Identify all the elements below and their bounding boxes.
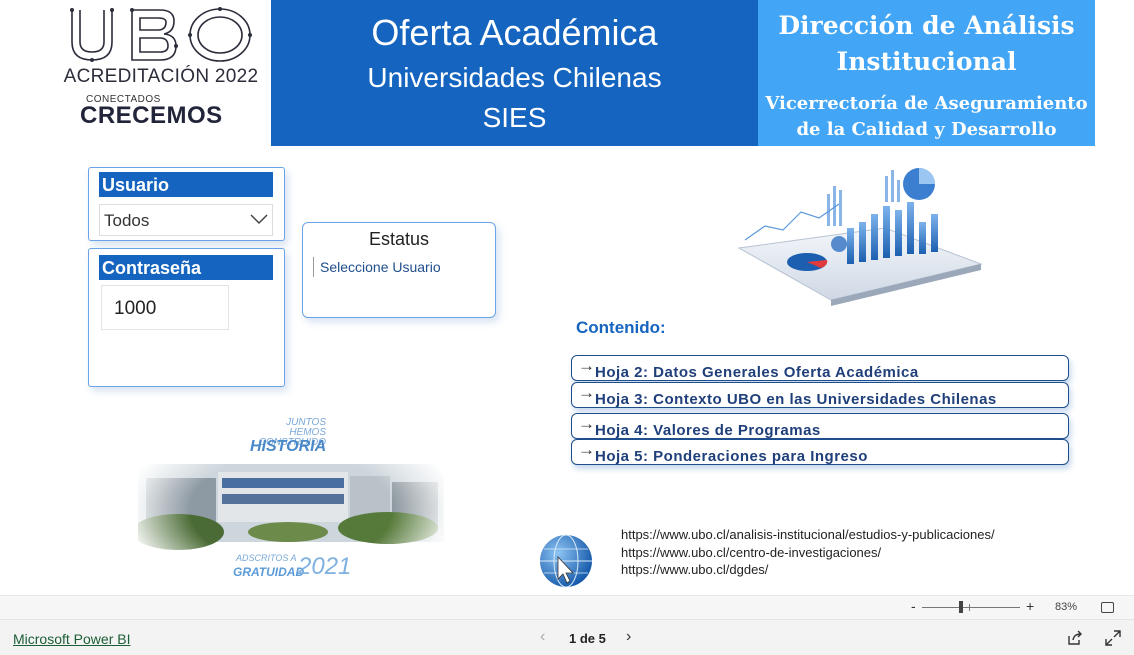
zoom-out-button[interactable]: - — [911, 598, 916, 614]
powerbi-link[interactable]: Microsoft Power BI — [13, 631, 130, 647]
fullscreen-icon[interactable] — [1105, 630, 1121, 646]
zoom-slider-thumb[interactable] — [959, 601, 963, 613]
analytics-tablet-illustration — [737, 168, 983, 306]
next-page-button[interactable]: › — [626, 628, 631, 646]
chevron-down-icon — [250, 214, 268, 225]
link-hoja-3-label: Hoja 3: Contexto UBO en las Universidade… — [595, 391, 997, 408]
link-hoja-3[interactable]: → Hoja 3: Contexto UBO en las Universida… — [571, 382, 1069, 408]
page-subtitle: Universidades Chilenas — [367, 62, 662, 93]
page-indicator: 1 de 5 — [569, 631, 606, 646]
url-estudios[interactable]: https://www.ubo.cl/analisis-instituciona… — [621, 526, 995, 544]
arrow-right-icon: → — [578, 414, 595, 433]
zoom-percentage: 83% — [1055, 601, 1078, 613]
arrow-right-icon: → — [578, 356, 595, 375]
password-label: Contraseña — [99, 255, 273, 280]
gratuidad-tagline-small: ADSCRITOS A — [236, 553, 297, 563]
arrow-right-icon: → — [578, 383, 595, 402]
link-hoja-5-label: Hoja 5: Ponderaciones para Ingreso — [595, 448, 868, 465]
page-source: SIES — [482, 102, 547, 133]
header-title-block: Oferta Académica Universidades Chilenas … — [271, 0, 758, 146]
link-hoja-5[interactable]: → Hoja 5: Ponderaciones para Ingreso — [571, 439, 1069, 465]
powerbi-footer: Microsoft Power BI ‹ 1 de 5 › — [0, 619, 1134, 655]
gratuidad-tagline: GRATUIDAD — [233, 565, 305, 579]
url-centro-investigaciones[interactable]: https://www.ubo.cl/centro-de-investigaci… — [621, 544, 995, 562]
link-hoja-2[interactable]: → Hoja 2: Datos Generales Oferta Académi… — [571, 355, 1069, 381]
globe-cursor-icon — [540, 534, 592, 588]
user-dropdown[interactable]: Todos — [99, 204, 273, 236]
arrow-right-icon: → — [578, 440, 595, 459]
page-title: Oferta Académica — [371, 12, 658, 53]
contents-title: Contenido: — [576, 318, 666, 337]
link-hoja-2-label: Hoja 2: Datos Generales Oferta Académica — [595, 364, 919, 381]
status-card: Estatus Seleccione Usuario — [302, 222, 496, 318]
status-title: Estatus — [368, 229, 430, 249]
password-value: 1000 — [114, 298, 157, 319]
status-message: Seleccione Usuario — [313, 257, 441, 277]
logo-tagline-big: CRECEMOS — [80, 102, 223, 129]
zoom-slider-center-tick — [969, 604, 970, 611]
url-dgdes[interactable]: https://www.ubo.cl/dgdes/ — [621, 561, 995, 579]
share-icon[interactable] — [1067, 630, 1083, 646]
report-page: ACREDITACIÓN 2022 CONECTADOS CRECEMOS Of… — [0, 0, 1134, 655]
ubo-logo: ACREDITACIÓN 2022 CONECTADOS CRECEMOS — [50, 0, 272, 146]
reference-urls: https://www.ubo.cl/analisis-instituciona… — [621, 526, 995, 579]
header-department-block: Dirección de Análisis Institucional Vice… — [758, 0, 1095, 146]
gratuidad-year: 2021 — [298, 553, 352, 580]
accreditation-text: ACREDITACIÓN 2022 — [63, 66, 259, 87]
link-hoja-4[interactable]: → Hoja 4: Valores de Programas — [571, 413, 1069, 439]
zoom-slider-track[interactable] — [922, 607, 1020, 608]
ubo-letters-logo — [70, 7, 252, 62]
previous-page-button[interactable]: ‹ — [540, 628, 545, 646]
vice-rectorate-name: Vicerrectoría de Aseguramiento de la Cal… — [765, 93, 1088, 140]
password-field[interactable]: 1000 — [101, 285, 229, 330]
link-hoja-4-label: Hoja 4: Valores de Programas — [595, 422, 821, 439]
zoom-in-button[interactable]: + — [1026, 598, 1034, 614]
user-filter-panel: Usuario Todos — [88, 167, 285, 241]
fit-to-page-icon[interactable] — [1101, 602, 1114, 613]
password-panel: Contraseña 1000 — [88, 248, 285, 387]
user-label: Usuario — [99, 172, 273, 197]
zoom-bar: - + 83% — [0, 595, 1134, 619]
department-name: Dirección de Análisis Institucional — [778, 11, 1075, 76]
user-dropdown-value: Todos — [104, 211, 150, 230]
campus-tagline-big: HISTORIA — [250, 438, 327, 455]
